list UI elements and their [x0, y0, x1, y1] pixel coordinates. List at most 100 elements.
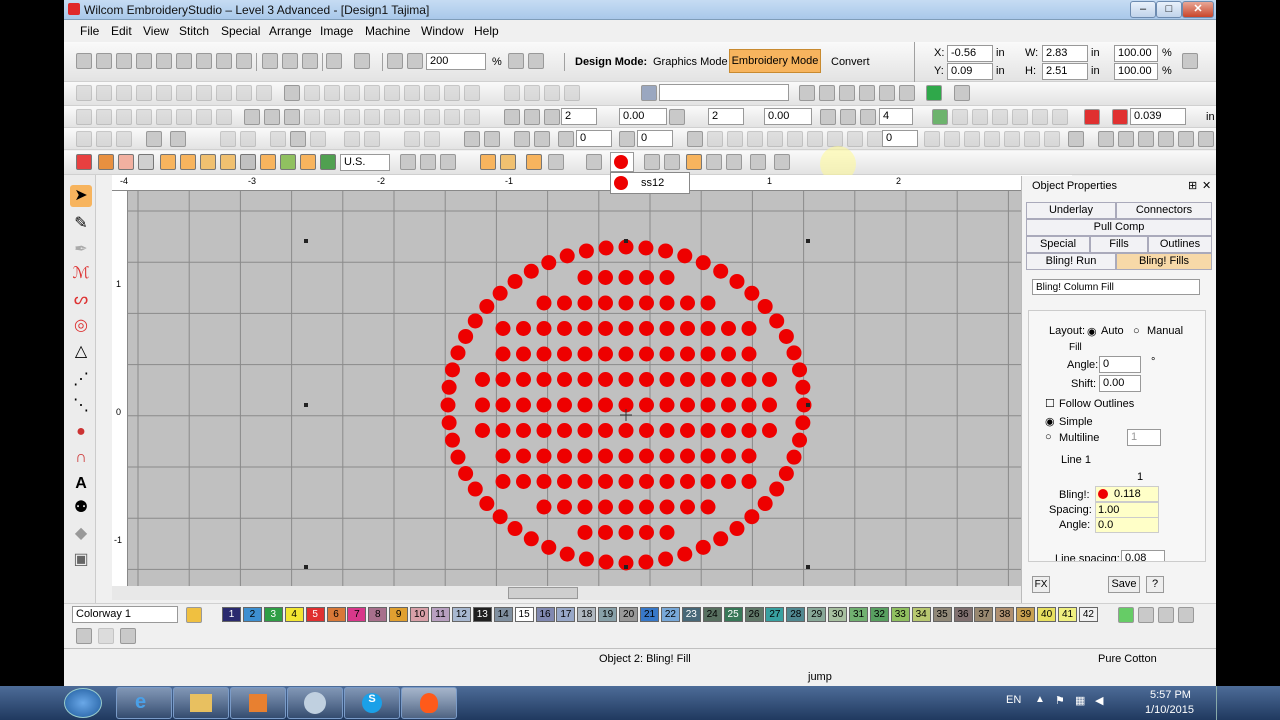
- tool-icon[interactable]: [504, 85, 520, 101]
- palette-swatch-6[interactable]: 6: [326, 607, 346, 622]
- palette-swatch-41[interactable]: 41: [1058, 607, 1077, 622]
- tool-icon[interactable]: [727, 131, 743, 147]
- palette-swatch-12[interactable]: 12: [451, 607, 471, 622]
- tool-icon[interactable]: [364, 131, 380, 147]
- palette-swatch-24[interactable]: 24: [702, 607, 722, 622]
- fill-icon[interactable]: [118, 154, 134, 170]
- lettering-icon[interactable]: ℳ: [70, 263, 92, 285]
- menu-arrange[interactable]: Arrange: [269, 24, 312, 38]
- tool-icon[interactable]: [216, 85, 232, 101]
- team-names-icon[interactable]: ⚉: [70, 497, 92, 519]
- tool-icon[interactable]: [196, 85, 212, 101]
- new-icon[interactable]: [76, 53, 92, 69]
- tool-icon[interactable]: [424, 85, 440, 101]
- tool-icon[interactable]: [1032, 109, 1048, 125]
- view-icon[interactable]: [76, 628, 92, 644]
- spacing-value-input[interactable]: 0.00: [619, 108, 667, 125]
- palette-swatch-33[interactable]: 33: [890, 607, 910, 622]
- save-icon[interactable]: [116, 53, 132, 69]
- remove-color-icon[interactable]: [1138, 607, 1154, 623]
- menu-machine[interactable]: Machine: [365, 24, 410, 38]
- panel-close-icon[interactable]: ✕: [1202, 179, 1211, 192]
- close-button[interactable]: ✕: [1182, 1, 1214, 18]
- stitch-color-icon[interactable]: [932, 109, 948, 125]
- taskbar-skype-icon[interactable]: S: [344, 687, 400, 719]
- bling-option-ss12[interactable]: ss12: [641, 177, 664, 189]
- palette-swatch-26[interactable]: 26: [744, 607, 764, 622]
- paste-icon[interactable]: [302, 53, 318, 69]
- tool-icon[interactable]: [324, 85, 340, 101]
- menu-help[interactable]: Help: [474, 24, 499, 38]
- arrange-icon[interactable]: [860, 109, 876, 125]
- tool-icon[interactable]: [136, 85, 152, 101]
- angle2-value-cell[interactable]: 0.0: [1095, 517, 1159, 533]
- tool-icon[interactable]: [750, 154, 766, 170]
- palette-swatch-38[interactable]: 38: [995, 607, 1015, 622]
- outline-icon[interactable]: [138, 154, 154, 170]
- palette-swatch-40[interactable]: 40: [1037, 607, 1057, 622]
- tool-icon[interactable]: [256, 85, 272, 101]
- tool-icon[interactable]: [992, 109, 1008, 125]
- stitch-tool-icon[interactable]: [76, 109, 92, 125]
- palette-swatch-35[interactable]: 35: [932, 607, 952, 622]
- tool-icon[interactable]: [320, 154, 336, 170]
- palette-swatch-16[interactable]: 16: [535, 607, 555, 622]
- undo-icon[interactable]: [326, 53, 342, 69]
- tool-icon[interactable]: [664, 154, 680, 170]
- anchor-icon[interactable]: [170, 131, 186, 147]
- tool-icon[interactable]: [867, 131, 883, 147]
- circle-fill-icon[interactable]: ●: [70, 421, 92, 443]
- tool-icon[interactable]: [767, 131, 783, 147]
- line-icon[interactable]: ⋰: [70, 369, 92, 391]
- stitch-tool-icon[interactable]: [196, 109, 212, 125]
- stitch-tool-icon[interactable]: [176, 109, 192, 125]
- clock-date[interactable]: 1/10/2015: [1145, 704, 1194, 716]
- tray-volume-icon[interactable]: ◀: [1095, 694, 1103, 707]
- palette-swatch-3[interactable]: 3: [263, 607, 283, 622]
- follow-outlines-checkbox[interactable]: ☐: [1045, 397, 1055, 410]
- save-as-icon[interactable]: [136, 53, 152, 69]
- pin-icon[interactable]: ⊞: [1188, 179, 1197, 192]
- layout-auto-radio[interactable]: ◉: [1087, 325, 1097, 338]
- palette-swatch-7[interactable]: 7: [347, 607, 367, 622]
- rotate-input[interactable]: 0: [576, 130, 612, 147]
- tab-fills[interactable]: Fills: [1090, 236, 1148, 253]
- tool-icon[interactable]: [464, 85, 480, 101]
- menu-file[interactable]: File: [80, 24, 99, 38]
- bling-size-icon[interactable]: [1112, 109, 1128, 125]
- tool-icon[interactable]: [324, 109, 340, 125]
- tab-bling-fills[interactable]: Bling! Fills: [1116, 253, 1212, 270]
- tool-icon[interactable]: [827, 131, 843, 147]
- grid-spacing-icon[interactable]: [669, 109, 685, 125]
- palette-settings-icon[interactable]: [186, 607, 202, 623]
- bling-value-cell[interactable]: 0.118: [1095, 486, 1159, 502]
- horizontal-scroll-thumb[interactable]: [508, 587, 578, 599]
- x-input[interactable]: -0.56: [947, 45, 993, 62]
- tool-icon[interactable]: [96, 131, 112, 147]
- cut-icon[interactable]: [262, 53, 278, 69]
- view-select[interactable]: [659, 84, 789, 101]
- tool-icon[interactable]: [1118, 131, 1134, 147]
- tool-icon[interactable]: [1024, 131, 1040, 147]
- taskbar-app-icon[interactable]: [287, 687, 343, 719]
- arrange-icon[interactable]: [820, 109, 836, 125]
- tool-icon[interactable]: [344, 131, 360, 147]
- tool-icon[interactable]: [76, 131, 92, 147]
- angle-input[interactable]: 0: [1099, 356, 1141, 373]
- width-input[interactable]: 2.83: [1042, 45, 1088, 62]
- palette-swatch-32[interactable]: 32: [869, 607, 889, 622]
- copy-icon[interactable]: [282, 53, 298, 69]
- arch-icon[interactable]: ∩: [70, 447, 92, 469]
- tab-outlines[interactable]: Outlines: [1148, 236, 1212, 253]
- export-icon[interactable]: [156, 53, 172, 69]
- satin-icon[interactable]: [98, 154, 114, 170]
- tool-icon[interactable]: [644, 154, 660, 170]
- tool-icon[interactable]: [707, 131, 723, 147]
- units-select[interactable]: U.S.: [340, 154, 390, 171]
- tool-icon[interactable]: [924, 131, 940, 147]
- help-button[interactable]: ?: [1146, 576, 1164, 593]
- menu-special[interactable]: Special: [221, 24, 260, 38]
- palette-swatch-29[interactable]: 29: [807, 607, 827, 622]
- tab-bling-run[interactable]: Bling! Run: [1026, 253, 1116, 270]
- tool-icon[interactable]: [304, 109, 320, 125]
